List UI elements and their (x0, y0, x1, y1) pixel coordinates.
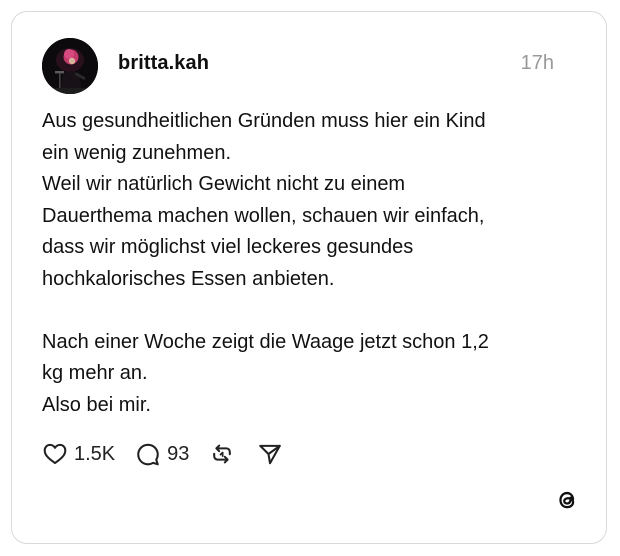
post-text: Aus gesundheitlichen Gründen muss hier e… (42, 106, 582, 421)
repost-icon (213, 444, 232, 464)
post-text-line: hochkalorisches Essen anbieten. (42, 267, 335, 290)
post-text-line: dass wir möglichst viel leckeres gesunde… (42, 236, 414, 258)
avatar[interactable] (42, 38, 98, 94)
post-timestamp: 17h (520, 52, 554, 74)
post-text-line: Nach einer Woche zeigt die Waage jetzt s… (42, 330, 489, 353)
post-text-line: ein wenig zunehmen. (42, 141, 232, 164)
post-text-line: Dauerthema machen wollen, schauen wir ei… (42, 204, 485, 227)
speech-bubble-icon (137, 443, 159, 466)
username[interactable]: britta.kah (118, 52, 209, 75)
threads-logo-icon[interactable] (554, 487, 580, 513)
post-text-line: kg mehr an. (42, 362, 148, 384)
like-button[interactable]: 1.5K (42, 441, 115, 467)
repost-button[interactable] (209, 441, 235, 467)
post-actions: 1.5K 93 (42, 440, 283, 468)
reply-button[interactable]: 93 (135, 441, 189, 467)
post-card: britta.kah 17h Aus gesundheitlichen Grün… (11, 11, 607, 544)
post-text-line: Weil wir natürlich Gewicht nicht zu eine… (42, 173, 406, 195)
post-text-line: Also bei mir. (42, 393, 151, 416)
send-icon (259, 444, 282, 465)
reply-count: 93 (167, 442, 190, 465)
share-button[interactable] (257, 441, 283, 467)
post-text-line: Aus gesundheitlichen Gründen muss hier e… (42, 110, 486, 132)
avatar-image (42, 38, 98, 94)
like-count: 1.5K (74, 442, 116, 465)
heart-icon (43, 443, 67, 465)
